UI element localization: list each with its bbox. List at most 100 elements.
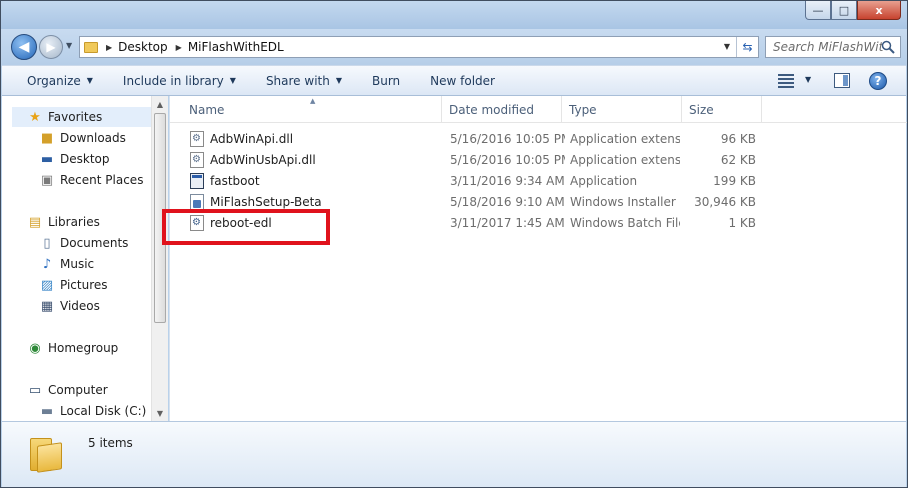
maximize-button[interactable]: □ — [831, 1, 857, 20]
sidebar-item-computer[interactable]: ▭ Computer — [2, 380, 108, 400]
homegroup-icon: ◉ — [29, 340, 41, 356]
help-button[interactable]: ? — [869, 72, 887, 90]
file-type: Application extens... — [570, 152, 680, 167]
sidebar-scrollbar[interactable]: ▲ ▼ — [151, 96, 168, 421]
file-type: Application extens... — [570, 131, 680, 146]
back-arrow-icon: ◀ — [18, 39, 30, 55]
scroll-down-icon[interactable]: ▼ — [152, 405, 168, 421]
folder-icon — [30, 436, 66, 473]
search-input[interactable]: Search MiFlashWithEDL — [773, 40, 883, 54]
file-size: 1 KB — [728, 215, 756, 230]
drive-icon: ▬ — [40, 403, 54, 419]
search-box[interactable]: Search MiFlashWithEDL — [765, 36, 901, 58]
file-size: 96 KB — [720, 131, 756, 146]
breadcrumb-separator-icon[interactable]: ▶ — [106, 43, 112, 52]
address-dropdown-icon[interactable]: ▼ — [724, 42, 730, 51]
burn-button[interactable]: Burn — [372, 74, 400, 88]
refresh-button[interactable]: ⇆ — [736, 37, 758, 57]
view-options-dropdown[interactable]: ▼ — [805, 75, 811, 84]
file-name: AdbWinUsbApi.dll — [210, 152, 316, 167]
refresh-icon: ⇆ — [742, 40, 753, 54]
computer-icon: ▭ — [28, 382, 42, 398]
share-with-menu[interactable]: Share with ▼ — [266, 74, 342, 88]
breadcrumb-desktop[interactable]: Desktop — [118, 40, 168, 54]
include-in-library-menu[interactable]: Include in library ▼ — [123, 74, 236, 88]
file-type: Windows Installer ... — [570, 194, 680, 209]
chevron-down-icon: ▼ — [229, 76, 236, 85]
highlight-annotation-box — [162, 209, 330, 245]
downloads-folder-icon: ■ — [40, 130, 54, 146]
column-header-date-modified[interactable]: Date modified — [442, 96, 562, 123]
file-date: 5/18/2016 9:10 AM — [450, 194, 565, 209]
file-row[interactable]: AdbWinUsbApi.dll 5/16/2016 10:05 PM Appl… — [170, 149, 790, 170]
sidebar-item-libraries[interactable]: ▤ Libraries — [2, 212, 100, 232]
chevron-down-icon: ▼ — [86, 76, 93, 85]
close-button[interactable]: x — [857, 1, 901, 20]
column-headers: ▲ Name Date modified Type Size — [170, 96, 907, 123]
forward-arrow-icon: ▶ — [46, 40, 56, 54]
address-bar[interactable]: ▶ Desktop ▶ MiFlashWithEDL ▼ ⇆ — [79, 36, 759, 58]
back-button[interactable]: ◀ — [11, 34, 37, 60]
preview-pane-icon[interactable] — [834, 73, 850, 88]
file-type: Application — [570, 173, 638, 188]
change-view-icon[interactable] — [778, 74, 794, 88]
caption-buttons: — □ x — [805, 1, 901, 21]
scroll-up-icon[interactable]: ▲ — [152, 96, 168, 112]
sidebar-item-local-disk[interactable]: ▬ Local Disk (C:) — [2, 401, 146, 421]
folder-icon — [84, 41, 98, 53]
command-bar: Organize ▼ Include in library ▼ Share with… — [2, 65, 906, 96]
sidebar-item-favorites[interactable]: ★ Favorites — [12, 107, 157, 127]
pictures-icon: ▨ — [40, 277, 54, 293]
title-bar: — □ x — [1, 1, 907, 29]
file-name: MiFlashSetup-Beta — [210, 194, 322, 209]
sidebar-item-homegroup[interactable]: ◉ Homegroup — [2, 338, 118, 358]
chevron-down-icon: ▼ — [335, 76, 342, 85]
recent-pages-dropdown[interactable]: ▼ — [66, 41, 72, 50]
file-name: fastboot — [210, 173, 260, 188]
exe-file-icon — [190, 172, 204, 189]
sidebar-item-music[interactable]: ♪ Music — [2, 254, 94, 274]
organize-menu[interactable]: Organize ▼ — [27, 74, 93, 88]
file-row[interactable]: AdbWinApi.dll 5/16/2016 10:05 PM Applica… — [170, 128, 790, 149]
breadcrumb-separator-icon[interactable]: ▶ — [176, 43, 182, 52]
libraries-icon: ▤ — [28, 214, 42, 230]
sidebar-item-downloads[interactable]: ■ Downloads — [2, 128, 126, 148]
music-icon: ♪ — [42, 256, 52, 272]
column-header-size[interactable]: Size — [682, 96, 762, 123]
sidebar-item-videos[interactable]: ▦ Videos — [2, 296, 100, 316]
new-folder-button[interactable]: New folder — [430, 74, 495, 88]
file-date: 3/11/2016 9:34 AM — [450, 173, 565, 188]
dll-file-icon — [190, 151, 204, 168]
minimize-button[interactable]: — — [805, 1, 831, 20]
file-size: 199 KB — [713, 173, 756, 188]
column-header-type[interactable]: Type — [562, 96, 682, 123]
navigation-pane: ★ Favorites ■ Downloads ▬ Desktop ▣ Rece… — [2, 96, 168, 421]
file-size: 30,946 KB — [694, 194, 756, 209]
forward-button[interactable]: ▶ — [39, 35, 63, 59]
file-date: 5/16/2016 10:05 PM — [450, 131, 565, 146]
file-date: 5/16/2016 10:05 PM — [450, 152, 565, 167]
sidebar-item-documents[interactable]: ▯ Documents — [2, 233, 128, 253]
explorer-window: — □ x ◀ ▶ ▼ ▶ Desktop ▶ MiFlashWithEDL ▼… — [0, 0, 908, 488]
videos-icon: ▦ — [40, 298, 54, 314]
file-type: Windows Batch File — [570, 215, 680, 230]
file-row[interactable]: fastboot 3/11/2016 9:34 AM Application 1… — [170, 170, 790, 191]
column-header-name[interactable]: Name — [182, 96, 442, 123]
file-size: 62 KB — [720, 152, 756, 167]
sidebar-item-desktop[interactable]: ▬ Desktop — [2, 149, 110, 169]
desktop-icon: ▬ — [40, 151, 54, 167]
documents-icon: ▯ — [43, 235, 51, 251]
dll-file-icon — [190, 130, 204, 147]
details-pane: 5 items — [2, 421, 906, 487]
file-list: ▲ Name Date modified Type Size AdbWinApi… — [162, 96, 907, 421]
sidebar-item-pictures[interactable]: ▨ Pictures — [2, 275, 108, 295]
file-name: AdbWinApi.dll — [210, 131, 294, 146]
search-icon[interactable] — [881, 40, 895, 54]
item-count: 5 items — [88, 436, 133, 450]
sidebar-item-recent-places[interactable]: ▣ Recent Places — [2, 170, 144, 190]
msi-file-icon — [190, 193, 204, 210]
file-date: 3/11/2017 1:45 AM — [450, 215, 565, 230]
breadcrumb-current-folder[interactable]: MiFlashWithEDL — [188, 40, 284, 54]
recent-places-icon: ▣ — [40, 172, 54, 188]
navigation-bar: ◀ ▶ ▼ ▶ Desktop ▶ MiFlashWithEDL ▼ ⇆ Sea… — [1, 29, 907, 65]
